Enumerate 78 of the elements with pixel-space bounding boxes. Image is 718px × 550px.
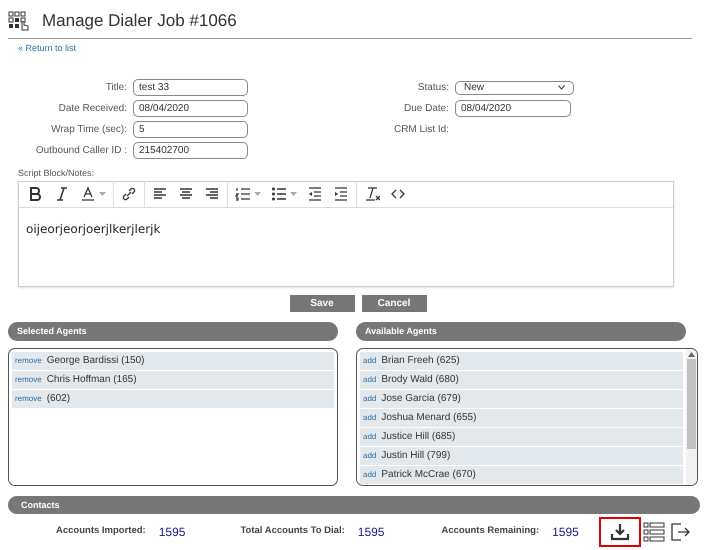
agent-action-link[interactable]: remove [15, 354, 42, 366]
grid-hand-icon [8, 10, 30, 31]
section-header: Available Agents [356, 322, 686, 340]
agent-name: Joshua Menard (655) [381, 411, 476, 425]
agent-name: (602) [46, 392, 70, 406]
agent-name: Chris Hoffman (165) [46, 373, 137, 387]
text-field[interactable]: 215402700 [133, 142, 248, 159]
align-left-icon[interactable] [152, 186, 168, 202]
stat-value: 1595 [158, 524, 186, 540]
list-icon [642, 520, 665, 542]
outdent-icon[interactable] [307, 186, 323, 202]
rich-text-editor[interactable]: oijeorjeorjoerjlkerjlerjk [18, 180, 674, 286]
bullet-list-icon[interactable] [271, 186, 287, 202]
field-label: Outbound Caller ID : [34, 144, 128, 158]
agent-action-link[interactable]: add [363, 430, 376, 442]
agent-action-link[interactable]: add [363, 392, 376, 404]
action-button[interactable]: Cancel [362, 294, 426, 312]
agent-name: Justin Hill (799) [381, 449, 450, 463]
agent-row[interactable]: remove (602) [12, 390, 334, 408]
agent-row[interactable]: remove Chris Hoffman (165) [12, 370, 334, 388]
text-field[interactable]: 5 [133, 121, 248, 138]
section-header: Selected Agents [8, 322, 338, 340]
numbered-list-icon[interactable] [235, 186, 251, 202]
download-button[interactable] [598, 516, 641, 546]
indent-icon[interactable] [333, 186, 349, 202]
agent-row[interactable]: add Justice Hill (685) [360, 428, 683, 446]
agent-action-link[interactable]: add [363, 354, 376, 366]
agent-name: Justice Hill (685) [381, 430, 456, 444]
exit-icon [668, 520, 691, 542]
text-field[interactable]: test 33 [133, 79, 248, 96]
stat-label: Accounts Remaining: [441, 524, 540, 538]
chevron-down-icon [558, 85, 565, 90]
clear-format-icon[interactable] [364, 186, 380, 202]
action-button[interactable]: Save [290, 294, 354, 312]
agent-action-link[interactable]: remove [15, 374, 42, 386]
stat-label: Total Accounts To Dial: [240, 524, 345, 538]
date-field[interactable]: 08/04/2020 [455, 100, 571, 117]
script-label: Script Block/Notes: [18, 167, 96, 180]
link-icon[interactable] [121, 186, 137, 202]
return-link[interactable]: « Return to list [18, 42, 710, 55]
align-center-icon[interactable] [178, 186, 194, 202]
text-color-icon[interactable] [80, 186, 96, 202]
agent-row[interactable]: add Brian Freeh (625) [360, 352, 683, 370]
scroll-up-arrow-icon[interactable] [688, 352, 695, 356]
text-field[interactable]: 08/04/2020 [133, 100, 248, 117]
stat-label: Accounts Imported: [56, 524, 146, 538]
agent-name: Jose Garcia (679) [381, 392, 461, 406]
agent-row[interactable]: add Justin Hill (799) [360, 446, 683, 464]
agent-row[interactable]: add Joshua Menard (655) [360, 408, 683, 426]
field-label: Title: [104, 81, 128, 95]
agent-action-link[interactable]: add [363, 468, 376, 480]
field-label: Due Date: [402, 102, 450, 116]
scrollbar[interactable] [686, 348, 697, 484]
agent-name: Patrick McCrae (670) [381, 468, 476, 482]
stat-value: 1595 [552, 524, 579, 540]
agent-name: George Bardissi (150) [46, 354, 145, 368]
field-label: CRM List Id: [392, 123, 450, 137]
field-label: Wrap Time (sec): [50, 123, 128, 137]
field-label: Status: [416, 81, 450, 95]
agent-name: Brody Wald (680) [381, 373, 459, 387]
agent-name: Brian Freeh (625) [381, 354, 460, 368]
stat-value: 1595 [358, 524, 384, 540]
agent-row[interactable]: add Patrick McCrae (670) [360, 466, 683, 484]
editor-text: oijeorjeorjoerjlkerjlerjk [25, 220, 162, 238]
field-label: Date Received: [58, 102, 128, 116]
page-title: Manage Dialer Job #1066 [42, 10, 237, 32]
agent-action-link[interactable]: remove [15, 392, 42, 404]
agent-action-link[interactable]: add [363, 374, 376, 386]
agent-action-link[interactable]: add [363, 450, 376, 462]
agent-action-link[interactable]: add [363, 412, 376, 424]
agent-row[interactable]: add Brody Wald (680) [360, 370, 683, 388]
status-dropdown[interactable]: New [455, 80, 574, 94]
agent-row[interactable]: remove George Bardissi (150) [12, 352, 334, 370]
section-header: Contacts [8, 496, 700, 514]
agent-row[interactable]: add Jose Garcia (679) [360, 390, 683, 408]
italic-icon[interactable] [54, 186, 70, 202]
bold-icon[interactable] [28, 186, 44, 202]
align-right-icon[interactable] [204, 186, 220, 202]
